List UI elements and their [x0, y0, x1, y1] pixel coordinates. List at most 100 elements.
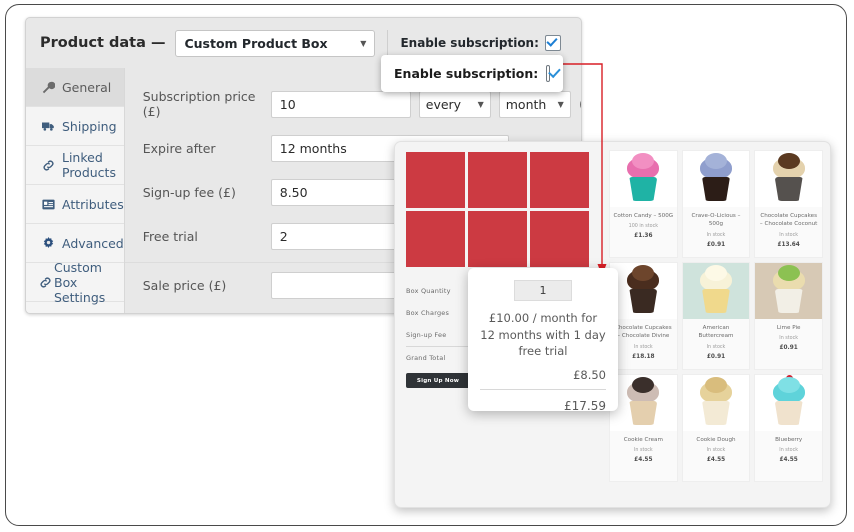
field-label: Free trial — [142, 228, 198, 244]
product-type-select[interactable]: Custom Product Box ▼ — [175, 29, 376, 57]
field-label: Subscription price (£) — [142, 89, 256, 119]
product-name: Cookie Cream — [623, 437, 663, 443]
sidebar-item-advanced[interactable]: Advanced — [26, 224, 124, 263]
product-card[interactable]: Crave-O-Licious – 500g In stock £0.91 — [681, 150, 751, 258]
product-price: £0.91 — [779, 345, 798, 352]
field-label: Sign-up fee (£) — [142, 184, 236, 200]
link-icon — [39, 276, 52, 289]
divider — [387, 30, 389, 56]
callout-label: Enable subscription: — [394, 66, 539, 81]
product-card[interactable]: Cookie Dough In stock £4.55 — [681, 374, 751, 482]
product-price: £4.55 — [634, 457, 653, 464]
interval-value: every — [425, 96, 462, 112]
divider — [480, 389, 606, 391]
sidebar-item-general[interactable]: General — [26, 68, 124, 107]
product-image — [755, 263, 822, 319]
product-grid: Cotton Candy – 500G 100 in stock £1.36 C… — [609, 142, 830, 507]
product-card[interactable]: Cookie Cream In stock £4.55 — [609, 374, 678, 482]
signup-fee-amount: £8.50 — [573, 368, 606, 383]
product-image — [755, 151, 822, 207]
product-stock: In stock — [706, 344, 726, 350]
screenshot-root: Product data — Custom Product Box ▼ Enab… — [0, 0, 854, 532]
product-image — [610, 375, 677, 431]
quantity-input[interactable]: 1 — [514, 280, 572, 301]
product-image — [682, 263, 750, 319]
box-slot[interactable] — [468, 152, 527, 208]
product-price: £1.36 — [634, 233, 653, 240]
period-value: month — [505, 96, 547, 112]
product-card[interactable]: American Buttercream In stock £0.91 — [681, 262, 751, 370]
product-image — [682, 151, 750, 207]
sidebar-item-shipping[interactable]: Shipping — [26, 107, 124, 146]
callout-connector-arrow — [560, 63, 607, 276]
summary-label: Sign-up Fee — [406, 331, 447, 339]
summary-label: Grand Total — [406, 354, 446, 362]
chevron-down-icon: ▼ — [477, 99, 484, 109]
field-label: Sale price (£) — [142, 277, 227, 293]
product-price: £4.55 — [706, 457, 726, 464]
product-stock: In stock — [779, 232, 799, 238]
sidebar-item-label: Attributes — [62, 196, 124, 212]
product-card[interactable]: Blueberry In stock £4.55 — [754, 374, 823, 482]
field-label: Expire after — [142, 140, 216, 156]
product-image — [682, 375, 750, 431]
enable-subscription-field[interactable]: Enable subscription: — [400, 35, 561, 51]
expire-after-value: 12 months — [279, 140, 347, 156]
subscription-summary-popup: 1 £10.00 / month for 12 months with 1 da… — [468, 268, 618, 414]
product-name: Chocolate Cupcakes – Chocolate Coconut — [759, 213, 818, 228]
box-slot[interactable] — [406, 152, 465, 208]
product-stock: In stock — [633, 448, 653, 454]
enable-subscription-label: Enable subscription: — [400, 36, 539, 50]
interval-select[interactable]: every ▼ — [418, 90, 491, 118]
subscription-terms-text: £10.00 / month for 12 months with 1 day … — [480, 311, 606, 359]
product-stock: In stock — [706, 448, 726, 454]
box-slot[interactable] — [406, 211, 465, 267]
sidebar-item-label: Shipping — [62, 118, 117, 134]
product-price: £18.18 — [632, 353, 655, 360]
product-name: Blueberry — [775, 437, 803, 443]
product-card[interactable]: Chocolate Cupcakes – Chocolate Coconut I… — [754, 150, 823, 258]
gear-icon — [42, 236, 55, 250]
chevron-down-icon: ▼ — [360, 38, 367, 48]
sidebar-item-attributes[interactable]: Attributes — [26, 185, 124, 224]
product-name: Cotton Candy – 500G — [613, 213, 674, 219]
product-price: £13.64 — [777, 241, 800, 248]
product-name: Crave-O-Licious – 500g — [691, 213, 741, 228]
enable-subscription-checkbox[interactable] — [544, 35, 561, 51]
sidebar-item-label: Custom Box Settings — [54, 259, 106, 305]
list-icon — [42, 198, 55, 211]
product-stock: In stock — [779, 336, 799, 342]
product-name: Lime Pie — [776, 325, 801, 331]
subscription-price-input[interactable]: 10 — [270, 90, 411, 118]
product-price: £4.55 — [779, 457, 798, 464]
product-price: £0.91 — [706, 241, 726, 248]
callout-checkbox[interactable] — [546, 65, 550, 82]
sidebar-item-custom-box-settings[interactable]: Custom Box Settings — [26, 259, 124, 305]
summary-label: Box Charges — [406, 309, 450, 317]
page-title: Product data — — [40, 35, 166, 51]
product-stock: 100 in stock — [628, 224, 658, 230]
product-stock: In stock — [633, 344, 653, 350]
summary-label: Box Quantity — [406, 287, 451, 295]
link-icon — [42, 159, 55, 172]
wrench-icon — [42, 81, 55, 94]
enable-subscription-callout: Enable subscription: — [381, 55, 563, 92]
product-card[interactable]: Lime Pie In stock £0.91 — [754, 262, 823, 370]
grand-total-amount: £17.59 — [564, 399, 606, 414]
truck-icon — [42, 120, 55, 133]
sidebar-item-label: General — [62, 79, 112, 95]
product-type-value: Custom Product Box — [184, 35, 328, 51]
product-stock: In stock — [706, 232, 726, 238]
product-price: £0.91 — [706, 353, 726, 360]
box-slot[interactable] — [468, 211, 527, 267]
product-name: American Buttercream — [698, 325, 734, 340]
metabox-tab-list: General Shipping Linked Products Attribu… — [26, 68, 125, 313]
product-image — [755, 375, 822, 431]
product-name: Cookie Dough — [696, 437, 736, 443]
product-stock: In stock — [779, 448, 799, 454]
sidebar-item-label: Advanced — [62, 235, 124, 251]
product-name: Chocolate Cupcakes – Chocolate Divine — [614, 325, 672, 340]
sign-up-now-button[interactable]: Sign Up Now — [406, 373, 470, 388]
sidebar-item-linked-products[interactable]: Linked Products — [26, 146, 124, 185]
sidebar-item-label: Linked Products — [62, 150, 116, 180]
